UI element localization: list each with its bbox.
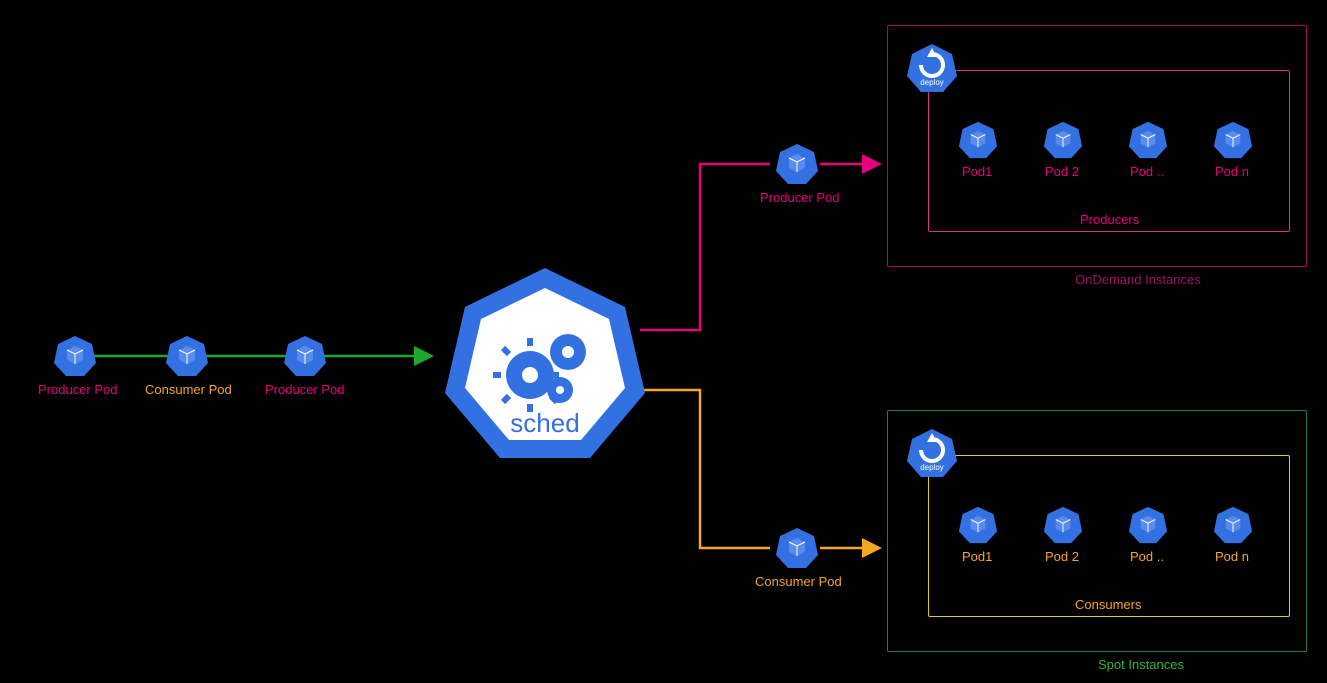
k8s-hex-icon xyxy=(775,142,819,186)
left-pod-3 xyxy=(283,334,327,383)
ondemand-outer-label: OnDemand Instances xyxy=(1075,272,1201,287)
top-pod-4-label: Pod n xyxy=(1215,164,1249,179)
k8s-hex-icon xyxy=(1128,505,1168,545)
left-pod-3-label: Producer Pod xyxy=(265,382,345,397)
left-pod-1 xyxy=(53,334,97,383)
k8s-hex-icon xyxy=(1213,505,1253,545)
deploy-badge-top: deploy xyxy=(905,42,959,101)
bottom-pod-1 xyxy=(958,505,998,550)
k8s-hex-icon xyxy=(165,334,209,378)
left-pod-1-label: Producer Pod xyxy=(38,382,118,397)
k8s-hex-icon xyxy=(775,526,819,570)
k8s-hex-icon xyxy=(1213,120,1253,160)
scheduler-icon: sched xyxy=(440,260,650,470)
consumers-inner-label: Consumers xyxy=(1075,597,1141,612)
top-pod-1-label: Pod1 xyxy=(962,164,992,179)
bottom-pod-4 xyxy=(1213,505,1253,550)
bottom-pod-3-label: Pod .. xyxy=(1130,549,1164,564)
bottom-pod-1-label: Pod1 xyxy=(962,549,992,564)
k8s-hex-icon xyxy=(958,120,998,160)
k8s-hex-icon xyxy=(283,334,327,378)
branch-bottom-label: Consumer Pod xyxy=(755,574,842,589)
deploy-badge-bottom: deploy xyxy=(905,427,959,486)
left-pod-2-label: Consumer Pod xyxy=(145,382,232,397)
k8s-hex-icon xyxy=(53,334,97,378)
top-pod-4 xyxy=(1213,120,1253,165)
k8s-hex-icon xyxy=(1043,505,1083,545)
bottom-pod-2-label: Pod 2 xyxy=(1045,549,1079,564)
top-pod-2-label: Pod 2 xyxy=(1045,164,1079,179)
scheduler-label: sched xyxy=(510,408,579,438)
diagram-stage: Producer Pod Consumer Pod Producer Pod xyxy=(0,0,1327,683)
bottom-pod-3 xyxy=(1128,505,1168,550)
bottom-pod-2 xyxy=(1043,505,1083,550)
branch-top-label: Producer Pod xyxy=(760,190,840,205)
top-pod-1 xyxy=(958,120,998,165)
top-pod-2 xyxy=(1043,120,1083,165)
deploy-icon: deploy xyxy=(905,427,959,481)
k8s-hex-icon xyxy=(958,505,998,545)
top-pod-3 xyxy=(1128,120,1168,165)
k8s-hex-icon xyxy=(1128,120,1168,160)
bottom-pod-4-label: Pod n xyxy=(1215,549,1249,564)
svg-text:deploy: deploy xyxy=(920,463,944,472)
deploy-icon: deploy xyxy=(905,42,959,96)
branch-top-pod xyxy=(775,142,819,191)
scheduler-node: sched xyxy=(440,260,650,475)
spot-outer-label: Spot Instances xyxy=(1098,657,1184,672)
branch-bottom-pod xyxy=(775,526,819,575)
left-pod-2 xyxy=(165,334,209,383)
k8s-hex-icon xyxy=(1043,120,1083,160)
svg-text:deploy: deploy xyxy=(920,78,944,87)
top-pod-3-label: Pod .. xyxy=(1130,164,1164,179)
producers-inner-label: Producers xyxy=(1080,212,1139,227)
